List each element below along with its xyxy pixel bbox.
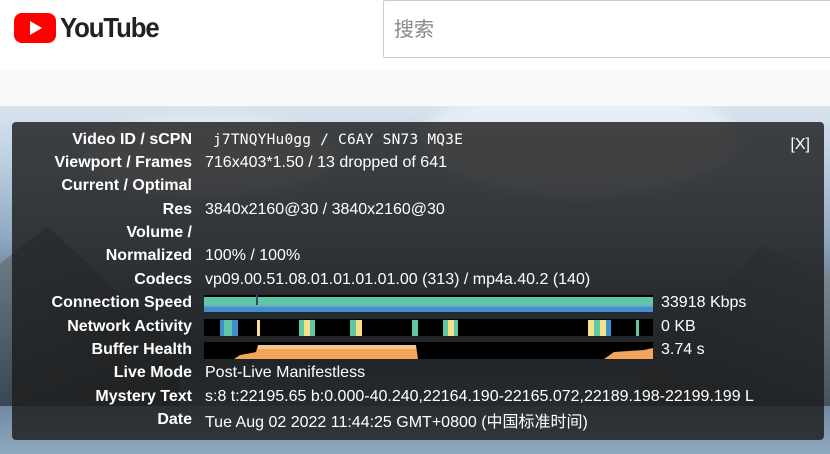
stat-label: Network Activity bbox=[67, 318, 192, 335]
masthead-spacer bbox=[0, 70, 830, 106]
stat-row-viewport: Viewport / Frames 716x403*1.50 / 13 drop… bbox=[12, 152, 824, 174]
stat-label: Viewport / Frames bbox=[54, 154, 192, 171]
stat-label: Current / Optimal bbox=[61, 177, 192, 194]
stat-label: Res bbox=[162, 201, 192, 218]
youtube-play-icon bbox=[14, 13, 56, 43]
stat-label: Video ID / sCPN bbox=[72, 131, 192, 148]
stat-row-normalized: Normalized 100% / 100% bbox=[12, 245, 824, 267]
stat-row-volume: Volume / bbox=[12, 222, 824, 244]
stat-value: s:8 t:22195.65 b:0.000-40.240,22164.190-… bbox=[205, 388, 754, 405]
stat-label: Live Mode bbox=[113, 364, 192, 381]
network-burst bbox=[257, 320, 260, 336]
network-burst bbox=[220, 320, 238, 336]
stat-value: 100% / 100% bbox=[205, 247, 301, 264]
network-burst bbox=[588, 320, 611, 336]
youtube-wordmark: YouTube bbox=[60, 12, 160, 43]
network-burst bbox=[443, 320, 458, 336]
stat-row-codecs: Codecs vp09.00.51.08.01.01.01.01.00 (313… bbox=[12, 269, 824, 291]
stat-row-buffer-health: Buffer Health 3.74 s bbox=[12, 339, 824, 361]
stat-row-network-activity: Network Activity 0 KB bbox=[12, 316, 824, 338]
stat-value: 3.74 s bbox=[661, 341, 705, 358]
stat-value: j7TNQYHu0gg / C6AY SN73 MQ3E bbox=[213, 132, 464, 148]
stat-value: 3840x2160@30 / 3840x2160@30 bbox=[205, 201, 445, 218]
network-burst bbox=[636, 320, 639, 336]
buffer-health-graph bbox=[204, 342, 653, 359]
youtube-logo[interactable]: YouTube bbox=[14, 13, 167, 43]
stat-value: 716x403*1.50 / 13 dropped of 641 bbox=[205, 154, 447, 171]
network-burst bbox=[412, 320, 418, 336]
buffer-health-edge bbox=[258, 345, 416, 349]
stat-label: Codecs bbox=[134, 271, 192, 288]
connection-speed-graph bbox=[204, 295, 653, 312]
stat-label: Buffer Health bbox=[91, 341, 192, 358]
stat-label: Mystery Text bbox=[95, 388, 192, 405]
buffer-health-sparkline bbox=[204, 342, 653, 359]
speed-bar-baseline bbox=[204, 307, 653, 312]
stats-for-nerds-panel: [X] Video ID / sCPN j7TNQYHu0gg / C6AY S… bbox=[12, 122, 824, 440]
stat-value: Post-Live Manifestless bbox=[205, 364, 366, 381]
speed-bar-edge bbox=[204, 305, 653, 307]
stat-label: Normalized bbox=[105, 247, 192, 264]
stat-label: Connection Speed bbox=[51, 294, 192, 311]
stat-row-connection-speed: Connection Speed 33918 Kbps bbox=[12, 292, 824, 314]
search-input[interactable] bbox=[394, 13, 824, 45]
connection-speed-sparkline bbox=[204, 295, 653, 312]
network-burst bbox=[299, 320, 315, 336]
stat-row-video-id: Video ID / sCPN j7TNQYHu0gg / C6AY SN73 … bbox=[12, 129, 824, 151]
stat-row-live-mode: Live Mode Post-Live Manifestless bbox=[12, 362, 824, 384]
network-burst bbox=[350, 320, 362, 336]
stat-row-date: Date Tue Aug 02 2022 11:44:25 GMT+0800 (… bbox=[12, 409, 824, 431]
network-activity-sparkline bbox=[204, 319, 653, 336]
network-activity-graph bbox=[204, 319, 653, 336]
stat-value: 33918 Kbps bbox=[661, 294, 747, 311]
stat-row-res: Res 3840x2160@30 / 3840x2160@30 bbox=[12, 199, 824, 221]
stat-row-current-optimal: Current / Optimal bbox=[12, 175, 824, 197]
stat-value: Tue Aug 02 2022 11:44:25 GMT+0800 (中国标准时… bbox=[205, 414, 588, 431]
stat-value: vp09.00.51.08.01.01.01.01.00 (313) / mp4… bbox=[205, 271, 591, 288]
stat-label: Volume / bbox=[126, 224, 193, 241]
stat-value: 0 KB bbox=[661, 318, 696, 335]
stat-row-mystery-text: Mystery Text s:8 t:22195.65 b:0.000-40.2… bbox=[12, 386, 824, 408]
search-box[interactable] bbox=[383, 0, 830, 58]
masthead: YouTube bbox=[0, 0, 830, 70]
stat-label: Date bbox=[157, 411, 192, 428]
